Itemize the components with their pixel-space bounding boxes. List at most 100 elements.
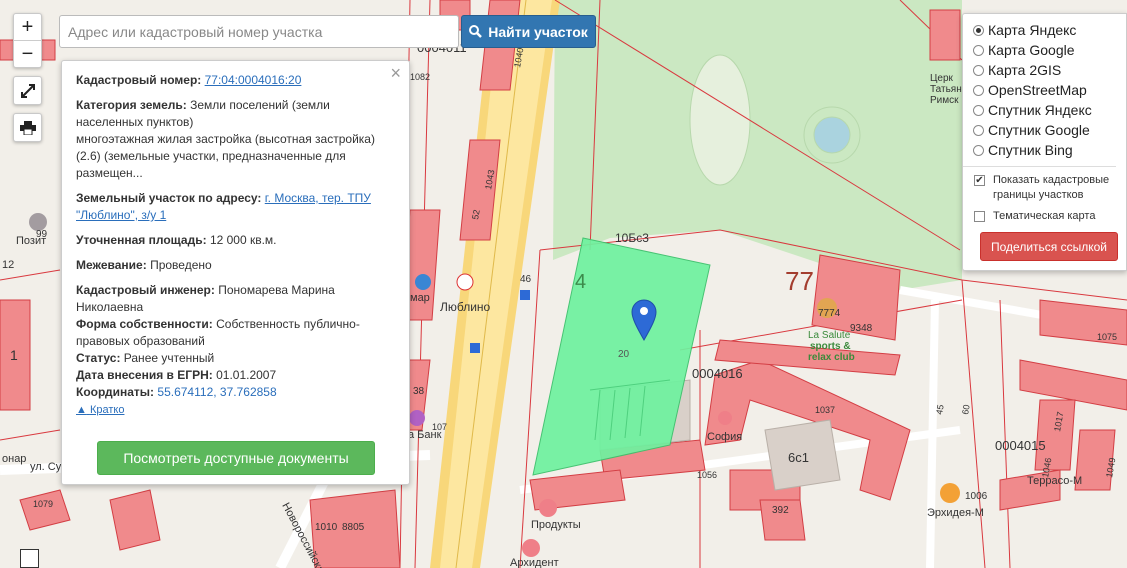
area-label: Уточненная площадь: xyxy=(76,233,207,247)
map-label: 0004016 xyxy=(692,366,743,381)
category-description: многоэтажная жилая застройка (высотная з… xyxy=(76,132,375,180)
cadastral-number-link[interactable]: 77:04:0004016:20 xyxy=(205,73,302,87)
map-label: 12 xyxy=(2,259,14,271)
address-label: Земельный участок по адресу: xyxy=(76,191,262,205)
map-label: Церк xyxy=(930,73,954,84)
map-label: 46 xyxy=(520,274,532,285)
bus-stop-icon xyxy=(520,290,530,300)
layer-option-label: Карта Яндекс xyxy=(988,22,1077,38)
fullscreen-button[interactable] xyxy=(13,76,42,105)
cafe-icon xyxy=(718,411,732,425)
radio-icon xyxy=(973,64,984,76)
radio-icon xyxy=(973,104,984,116)
map-label: 8805 xyxy=(342,522,365,533)
search-icon xyxy=(469,25,483,38)
layer-switcher: Карта Яндекс Карта Google Карта 2GIS Ope… xyxy=(962,13,1127,271)
thematic-map-label: Тематическая карта xyxy=(993,210,1096,222)
layer-option-label: Спутник Яндекс xyxy=(988,102,1092,118)
layer-option[interactable]: Спутник Google xyxy=(973,120,1126,140)
restaurant-icon xyxy=(940,483,960,503)
expand-icon xyxy=(20,83,35,98)
layer-option[interactable]: Спутник Bing xyxy=(973,140,1126,160)
show-cadastral-checkbox[interactable]: ✔ Показать кадастровые границы участков xyxy=(973,173,1126,203)
share-link-button[interactable]: Поделиться ссылкой xyxy=(980,232,1118,261)
radio-icon xyxy=(973,24,984,36)
map-label: 1079 xyxy=(33,499,53,509)
map-label: 99 xyxy=(36,229,48,240)
find-parcel-button[interactable]: Найти участок xyxy=(461,15,596,48)
layer-option-label: Карта Google xyxy=(988,42,1075,58)
map-label: 38 xyxy=(413,386,425,397)
legend-toggle-icon[interactable] xyxy=(20,549,39,568)
area-value: 12 000 кв.м. xyxy=(209,233,277,247)
checkbox-icon xyxy=(974,211,985,222)
zoom-out-button[interactable]: − xyxy=(14,40,41,67)
radio-icon xyxy=(973,84,984,96)
print-button[interactable] xyxy=(13,113,42,142)
map-label: 392 xyxy=(772,505,789,516)
survey-value: Проведено xyxy=(150,258,212,272)
layer-option-label: OpenStreetMap xyxy=(988,82,1087,98)
shop-icon xyxy=(539,499,557,517)
map-label: 1006 xyxy=(965,491,988,502)
map-label: relax club xyxy=(808,352,855,363)
map-label: Эрхидея-М xyxy=(927,507,984,519)
coords-value: 55.674112, 37.762858 xyxy=(157,385,277,399)
bus-stop-icon xyxy=(470,343,480,353)
coords-label: Координаты: xyxy=(76,385,155,399)
close-icon[interactable]: × xyxy=(390,64,401,82)
search-input[interactable] xyxy=(59,15,459,48)
cadastral-label: Кадастровый номер: xyxy=(76,73,202,87)
map-label: sports & xyxy=(810,341,851,352)
collapse-label: Кратко xyxy=(89,404,125,416)
metro-icon xyxy=(456,273,474,291)
parcel-info-popup: × Кадастровый номер: 77:04:0004016:20 Ка… xyxy=(61,60,410,485)
map-label: 4 xyxy=(575,271,586,293)
map-label: Римск xyxy=(930,95,959,106)
layer-option-label: Карта 2GIS xyxy=(988,62,1062,78)
map-label: 1056 xyxy=(697,470,717,480)
ownership-label: Форма собственности: xyxy=(76,317,213,331)
layer-option-label: Спутник Google xyxy=(988,122,1090,138)
date-value: 01.01.2007 xyxy=(216,368,277,382)
map-label: Архидент xyxy=(510,557,559,568)
map-label: 1037 xyxy=(815,405,835,415)
triangle-up-icon: ▲ xyxy=(76,404,87,416)
zoom-control: + − xyxy=(13,13,42,68)
map-label: 52 xyxy=(470,209,482,221)
layer-option[interactable]: Спутник Яндекс xyxy=(973,100,1126,120)
radio-icon xyxy=(973,144,984,156)
collapse-link[interactable]: ▲ Кратко xyxy=(76,404,124,416)
map-label: Татьян xyxy=(930,84,962,95)
map-label: 1082 xyxy=(410,72,430,82)
map-label: 10Бс3 xyxy=(615,231,649,245)
status-label: Статус: xyxy=(76,351,121,365)
thematic-map-checkbox[interactable]: Тематическая карта xyxy=(973,209,1126,224)
map-label: 9348 xyxy=(850,323,873,334)
layer-option[interactable]: Карта Яндекс xyxy=(973,20,1126,40)
status-value: Ранее учтенный xyxy=(123,351,215,365)
show-cadastral-label: Показать кадастровые границы участков xyxy=(993,174,1110,201)
checkmark-icon: ✔ xyxy=(974,175,985,186)
zoom-in-button[interactable]: + xyxy=(14,14,41,40)
find-parcel-label: Найти участок xyxy=(488,23,588,40)
map-label: Террасо-М xyxy=(1027,475,1082,487)
map-label: онар xyxy=(2,453,26,465)
map-label: 1075 xyxy=(1097,332,1117,342)
layer-option[interactable]: Карта Google xyxy=(973,40,1126,60)
layer-option[interactable]: Карта 2GIS xyxy=(973,60,1126,80)
map-label: 20 xyxy=(618,349,630,360)
map-label: 1 xyxy=(10,347,18,363)
date-label: Дата внесения в ЕГРН: xyxy=(76,368,213,382)
map-label: 60 xyxy=(960,404,972,416)
divider xyxy=(963,166,1116,167)
view-documents-button[interactable]: Посмотреть доступные документы xyxy=(97,441,375,475)
layer-option[interactable]: OpenStreetMap xyxy=(973,80,1126,100)
map-label: La Salute xyxy=(808,330,851,341)
map-label: ул. Су xyxy=(30,461,62,473)
map-label: 77 xyxy=(785,266,814,296)
map-label: София xyxy=(707,431,742,443)
radio-icon xyxy=(973,44,984,56)
map-label: Люблино xyxy=(440,300,491,314)
printer-icon xyxy=(19,120,36,135)
